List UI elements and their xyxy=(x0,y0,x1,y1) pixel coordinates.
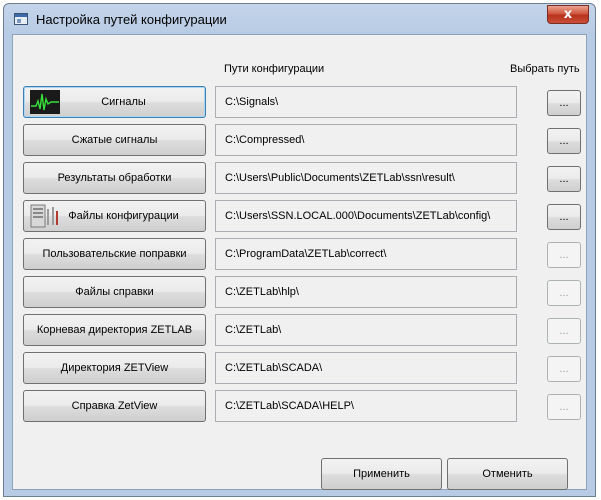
config-button-3[interactable]: Результаты обработки xyxy=(23,162,206,194)
path-field[interactable]: C:\ZETLab\SCADA\ xyxy=(215,352,517,384)
config-button-7[interactable]: Корневая директория ZETLAB xyxy=(23,314,206,346)
path-field[interactable]: C:\Users\Public\Documents\ZETLab\ssn\res… xyxy=(215,162,517,194)
config-button-label: Директория ZETView xyxy=(60,362,169,374)
config-button-4[interactable]: Файлы конфигурации xyxy=(23,200,206,232)
config-button-label: Сигналы xyxy=(101,96,146,108)
config-button-label: Файлы конфигурации xyxy=(68,210,179,222)
config-button-6[interactable]: Файлы справки xyxy=(23,276,206,308)
title-bar[interactable]: Настройка путей конфигурации x xyxy=(4,4,595,34)
browse-path-button[interactable]: ... xyxy=(547,90,581,116)
config-button-label: Справка ZetView xyxy=(71,400,158,412)
config-button-label: Файлы справки xyxy=(75,286,154,298)
browse-path-button[interactable]: ... xyxy=(547,204,581,230)
window-app-icon xyxy=(14,13,28,25)
browse-path-button[interactable]: ... xyxy=(547,318,581,344)
browse-path-button[interactable]: ... xyxy=(547,242,581,268)
path-field[interactable]: C:\ProgramData\ZETLab\correct\ xyxy=(215,238,517,270)
config-settings-icon xyxy=(30,204,60,228)
choose-path-column-header: Выбрать путь xyxy=(510,63,580,75)
config-button-8[interactable]: Директория ZETView xyxy=(23,352,206,384)
config-button-label: Результаты обработки xyxy=(57,172,172,184)
path-field[interactable]: C:\Compressed\ xyxy=(215,124,517,156)
browse-path-button[interactable]: ... xyxy=(547,128,581,154)
path-field[interactable]: C:\Signals\ xyxy=(215,86,517,118)
config-button-2[interactable]: Сжатые сигналы xyxy=(23,124,206,156)
window-title: Настройка путей конфигурации xyxy=(36,12,227,27)
dialog-client-area: Пути конфигурации Выбрать путь Сигналы C:… xyxy=(12,34,587,490)
browse-path-button[interactable]: ... xyxy=(547,356,581,382)
signal-graph-icon xyxy=(30,90,60,114)
browse-path-button[interactable]: ... xyxy=(547,394,581,420)
apply-button[interactable]: Применить xyxy=(321,458,442,490)
browse-path-button[interactable]: ... xyxy=(547,280,581,306)
config-button-label: Корневая директория ZETLAB xyxy=(36,324,193,336)
config-button-label: Сжатые сигналы xyxy=(71,134,158,146)
browse-path-button[interactable]: ... xyxy=(547,166,581,192)
path-field[interactable]: C:\ZETLab\SCADA\HELP\ xyxy=(215,390,517,422)
path-field[interactable]: C:\Users\SSN.LOCAL.000\Documents\ZETLab\… xyxy=(215,200,517,232)
path-field[interactable]: C:\ZETLab\hlp\ xyxy=(215,276,517,308)
dialog-window: Настройка путей конфигурации x Пути конф… xyxy=(3,3,596,497)
config-button-9[interactable]: Справка ZetView xyxy=(23,390,206,422)
path-field[interactable]: C:\ZETLab\ xyxy=(215,314,517,346)
config-button-1[interactable]: Сигналы xyxy=(23,86,206,118)
cancel-button[interactable]: Отменить xyxy=(447,458,568,490)
config-button-5[interactable]: Пользовательские поправки xyxy=(23,238,206,270)
config-button-label: Пользовательские поправки xyxy=(42,248,187,260)
paths-column-header: Пути конфигурации xyxy=(224,63,325,75)
close-button[interactable]: x xyxy=(547,5,589,24)
